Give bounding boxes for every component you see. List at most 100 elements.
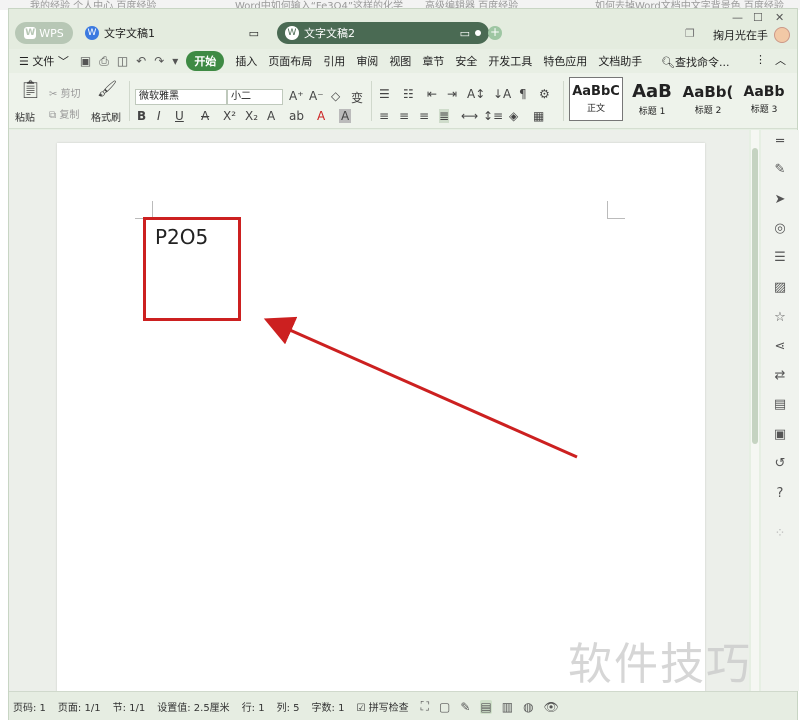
font-family-select[interactable]: 微软雅黑 <box>135 89 227 105</box>
menu-tab-review[interactable]: 审阅 <box>356 53 378 69</box>
collapse-rail-icon[interactable]: ═ <box>772 134 788 149</box>
translate-icon[interactable]: ⇄ <box>772 368 788 383</box>
underline-icon[interactable]: U <box>175 109 184 123</box>
outline-view-icon[interactable]: ▢ <box>439 700 450 714</box>
subscript-icon[interactable]: X₂ <box>245 109 258 123</box>
tab-document-2[interactable]: W 文字文稿2 ▭ <box>277 22 489 44</box>
format-painter-button[interactable]: 格式刷 <box>91 109 121 124</box>
help-icon[interactable]: ? <box>772 486 788 501</box>
monitor-icon[interactable]: ▭ <box>249 27 259 40</box>
justify-icon[interactable]: ≣ <box>439 109 450 123</box>
redo-icon[interactable]: ↷ <box>154 54 164 68</box>
close-button[interactable]: ✕ <box>775 11 784 24</box>
distributed-icon[interactable]: ⟷ <box>461 109 478 123</box>
paste-icon[interactable]: 📋︎ <box>19 79 42 100</box>
bold-icon[interactable]: B <box>137 109 146 123</box>
status-row[interactable]: 行: 1 <box>242 699 265 714</box>
adjust-icon[interactable]: ☰ <box>772 250 788 265</box>
status-section[interactable]: 节: 1/1 <box>113 699 146 714</box>
numbering-icon[interactable]: ☷ <box>403 87 414 101</box>
italic-icon[interactable]: I <box>157 109 161 123</box>
increase-indent-icon[interactable]: ⇥ <box>447 87 457 101</box>
pen-icon[interactable]: ✎ <box>772 162 788 177</box>
menu-tab-security[interactable]: 安全 <box>455 53 477 69</box>
paste-button[interactable]: 粘贴 <box>15 109 35 124</box>
undo-icon[interactable]: ↶ <box>136 54 146 68</box>
text-direction-icon[interactable]: A↕ <box>467 87 485 101</box>
font-size-select[interactable]: 小二 <box>227 89 283 105</box>
wps-home-button[interactable]: W WPS <box>15 22 73 44</box>
shrink-font-icon[interactable]: A⁻ <box>309 89 324 103</box>
highlight-icon[interactable]: ab <box>289 109 304 123</box>
style-heading-2[interactable]: AaBb( 标题 2 <box>681 77 735 121</box>
print-icon[interactable]: ⎙ <box>99 54 109 69</box>
bullets-icon[interactable]: ☰ <box>379 87 390 101</box>
align-center-icon[interactable]: ≡ <box>399 109 409 123</box>
web-view-icon[interactable]: ◍ <box>523 700 533 714</box>
file-menu[interactable]: ☰ 文件 ﹀ <box>19 53 69 69</box>
monitor-icon[interactable]: ▭ <box>460 27 470 40</box>
paragraph-settings-icon[interactable]: ⚙ <box>539 87 550 101</box>
align-right-icon[interactable]: ≡ <box>419 109 429 123</box>
command-search[interactable]: 🔍︎查找命令... <box>661 54 729 70</box>
status-setting[interactable]: 设置值: 2.5厘米 <box>157 699 229 714</box>
preview-icon[interactable]: ◫ <box>117 54 128 68</box>
document-page[interactable]: P2O5 <box>57 143 705 703</box>
eye-protect-icon[interactable]: 👁︎ <box>544 700 559 714</box>
text-effect-icon[interactable]: A <box>267 109 275 123</box>
clear-format-icon[interactable]: ◇ <box>331 89 340 103</box>
menu-tab-references[interactable]: 引用 <box>323 53 345 69</box>
user-account[interactable]: 掬月光在手 <box>713 27 790 43</box>
apps-icon[interactable]: ⁘ <box>772 526 788 541</box>
line-spacing-icon[interactable]: ↕≡ <box>483 109 503 123</box>
menu-tab-view[interactable]: 视图 <box>389 53 411 69</box>
menu-tab-features[interactable]: 特色应用 <box>543 53 587 69</box>
grow-font-icon[interactable]: A⁺ <box>289 89 304 103</box>
pinyin-icon[interactable]: 变 <box>351 89 363 106</box>
status-pages[interactable]: 页面: 1/1 <box>58 699 101 714</box>
history-icon[interactable]: ↺ <box>772 456 788 471</box>
font-color-icon[interactable]: A <box>317 109 325 123</box>
window-layout-icon[interactable]: ❐ <box>685 27 695 40</box>
collapse-ribbon-icon[interactable]: ︿ <box>775 52 786 68</box>
share-icon[interactable]: ⋖ <box>772 339 788 354</box>
format-painter-icon[interactable]: 🖌︎ <box>97 79 117 98</box>
status-page[interactable]: 页码: 1 <box>13 699 46 714</box>
edit-view-icon[interactable]: ✎ <box>460 700 470 714</box>
show-marks-icon[interactable]: ¶ <box>519 87 527 101</box>
menu-tab-home[interactable]: 开始 <box>186 51 225 71</box>
style-heading-3[interactable]: AaBb 标题 3 <box>737 77 791 121</box>
style-normal[interactable]: AaBbC 正文 <box>569 77 623 121</box>
char-shading-icon[interactable]: A <box>339 109 352 123</box>
minimize-button[interactable]: — <box>732 11 743 24</box>
borders-icon[interactable]: ▦ <box>533 109 544 123</box>
archive-icon[interactable]: ▤ <box>772 397 788 412</box>
menu-tab-developer[interactable]: 开发工具 <box>488 53 532 69</box>
menu-tab-insert[interactable]: 插入 <box>235 53 257 69</box>
image-gallery-icon[interactable]: ▨ <box>772 280 788 295</box>
copy-button[interactable]: ⧉ 复制 <box>49 106 79 121</box>
superscript-icon[interactable]: X² <box>223 109 236 123</box>
customize-quick-access-icon[interactable]: ▾ <box>172 54 178 68</box>
cut-button[interactable]: ✂ 剪切 <box>49 85 81 100</box>
more-icon[interactable]: ⋮ <box>755 53 766 66</box>
menu-tab-chapter[interactable]: 章节 <box>422 53 444 69</box>
scroll-thumb[interactable] <box>752 148 758 444</box>
strikethrough-icon[interactable]: A <box>201 109 209 123</box>
read-view-icon[interactable]: ▥ <box>502 700 513 714</box>
spell-check-button[interactable]: ☑ 拼写检查 <box>356 699 408 714</box>
fullscreen-icon[interactable]: ⛶ <box>421 699 429 714</box>
star-icon[interactable]: ☆ <box>772 310 788 325</box>
menu-tab-doc-assistant[interactable]: 文档助手 <box>598 53 642 69</box>
shading-icon[interactable]: ◈ <box>509 109 518 123</box>
maximize-button[interactable]: ☐ <box>753 11 763 24</box>
tab-document-1[interactable]: W 文字文稿1 ▭ <box>77 22 267 44</box>
vertical-scrollbar[interactable] <box>751 130 759 691</box>
new-tab-button[interactable]: + <box>488 26 502 40</box>
status-col[interactable]: 列: 5 <box>277 699 300 714</box>
decrease-indent-icon[interactable]: ⇤ <box>427 87 437 101</box>
status-words[interactable]: 字数: 1 <box>312 699 345 714</box>
shapes-icon[interactable]: ◎ <box>772 221 788 236</box>
align-left-icon[interactable]: ≡ <box>379 109 389 123</box>
picture-icon[interactable]: ▣ <box>772 427 788 442</box>
